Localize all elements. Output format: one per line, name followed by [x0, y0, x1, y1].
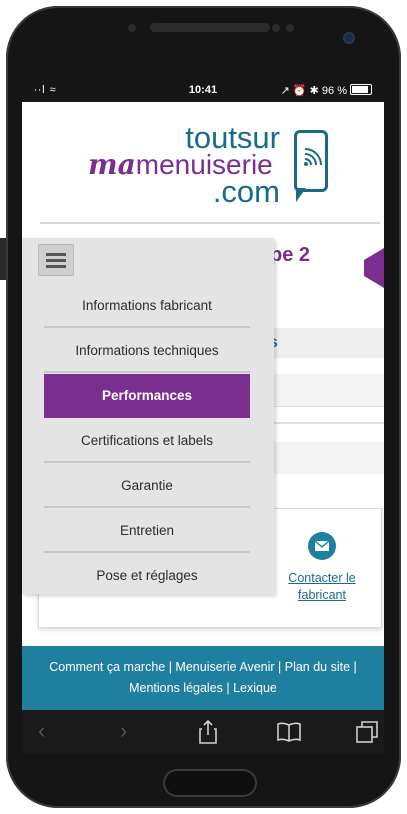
- menu-item-pose-reglages[interactable]: Pose et réglages: [44, 554, 250, 598]
- hamburger-icon[interactable]: [38, 244, 74, 276]
- share-icon[interactable]: [198, 719, 218, 750]
- header-divider: [40, 222, 380, 224]
- home-button[interactable]: [163, 769, 257, 797]
- front-camera: [343, 32, 355, 44]
- footer-links-line-2[interactable]: Mentions légales | Lexique: [22, 678, 384, 699]
- status-indicators: ↗ ⏰ ✱ 96 %: [280, 85, 347, 97]
- forward-button[interactable]: ›: [120, 718, 127, 744]
- side-button: [0, 238, 6, 280]
- contact-link-line-2: fabricant: [298, 588, 346, 602]
- menu-item-garantie[interactable]: Garantie: [44, 464, 250, 508]
- tabs-icon[interactable]: [356, 721, 378, 749]
- mail-envelope-glyph: [315, 541, 329, 551]
- logo-line-3: .com: [212, 174, 280, 209]
- battery-icon: [350, 84, 372, 95]
- menu-item-certifications[interactable]: Certifications et labels: [44, 419, 250, 463]
- purple-ribbon: [364, 248, 384, 288]
- contact-manufacturer-link[interactable]: Contacter le fabricant: [274, 570, 370, 604]
- phone-chat-icon: [294, 130, 328, 192]
- product-heading: pe 2: [270, 244, 311, 266]
- footer-links-line-1[interactable]: Comment ça marche | Menuiserie Avenir | …: [22, 657, 384, 678]
- menu-item-informations-techniques[interactable]: Informations techniques: [44, 329, 250, 373]
- logo-ma: ma: [88, 148, 136, 181]
- side-menu: Informations fabricant Informations tech…: [22, 238, 274, 594]
- contact-link-line-1: Contacter le: [288, 571, 356, 585]
- site-logo[interactable]: toutsur mamenuiserie .com: [82, 120, 342, 210]
- browser-toolbar: ‹ ›: [22, 710, 384, 754]
- site-footer: Comment ça marche | Menuiserie Avenir | …: [22, 646, 384, 710]
- chat-tail-shape: [296, 188, 306, 202]
- phone-speaker: [150, 23, 270, 32]
- status-right: ↗ ⏰ ✱ 96 %: [281, 84, 372, 97]
- sensor-dot: [272, 24, 280, 32]
- status-bar: ∙∙l ≈ 10:41 ↗ ⏰ ✱ 96 %: [22, 80, 384, 102]
- menu-item-performances[interactable]: Performances: [44, 374, 250, 418]
- book-icon[interactable]: [276, 722, 302, 748]
- sensor-dot: [286, 24, 294, 32]
- back-button[interactable]: ‹: [38, 718, 45, 744]
- sensor-dot: [128, 24, 136, 32]
- screen: ∙∙l ≈ 10:41 ↗ ⏰ ✱ 96 % toutsur mamenuise…: [22, 80, 384, 710]
- menu-item-entretien[interactable]: Entretien: [44, 509, 250, 553]
- menu-item-informations-fabricant[interactable]: Informations fabricant: [44, 284, 250, 328]
